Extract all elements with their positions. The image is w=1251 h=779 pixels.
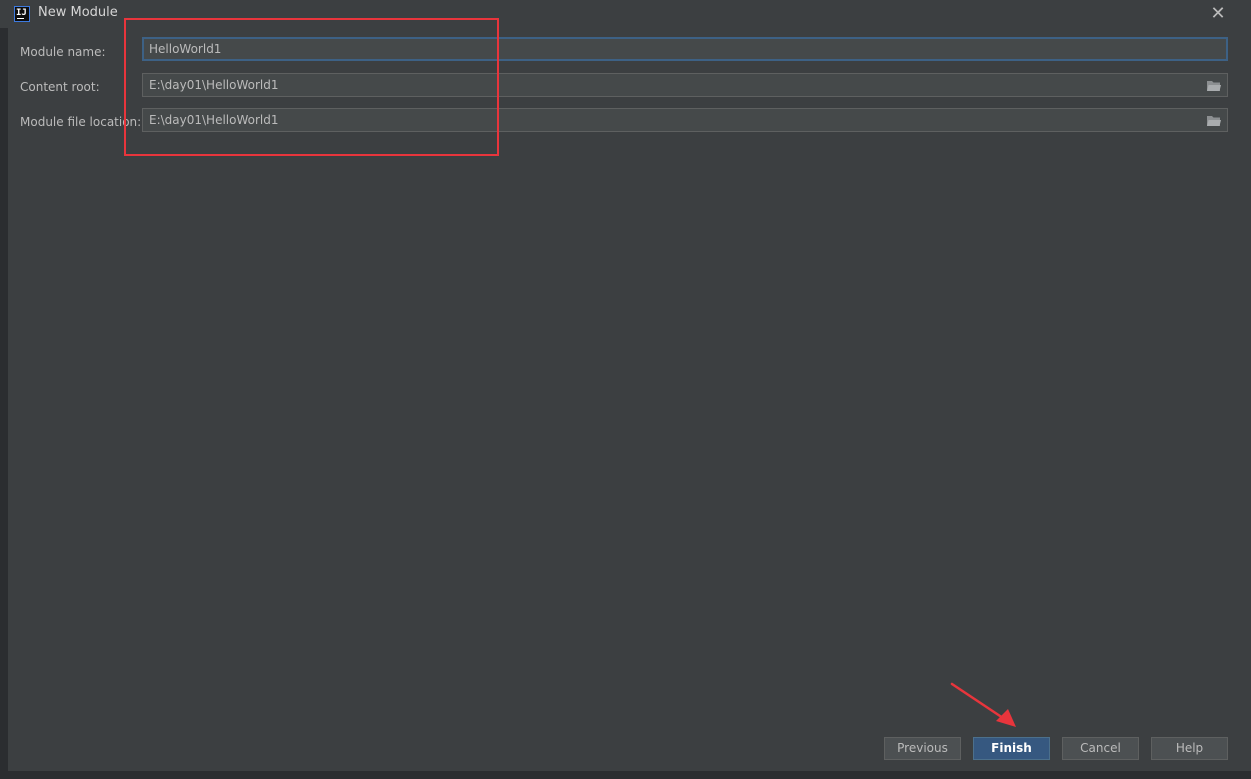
help-button[interactable]: Help [1151,737,1228,760]
cancel-button[interactable]: Cancel [1062,737,1139,760]
window-title: New Module [38,5,118,20]
title-bar: IJ New Module ✕ [0,0,1251,28]
module-file-location-folder-icon[interactable] [1206,114,1222,128]
intellij-app-icon: IJ [14,6,30,22]
module-file-location-label: Module file location: [20,115,142,129]
module-name-label: Module name: [20,45,106,59]
annotation-arrow [950,682,1016,727]
close-icon[interactable]: ✕ [1207,3,1229,25]
module-name-input[interactable] [142,37,1228,61]
content-root-label: Content root: [20,80,100,94]
window-edge-left [0,28,8,779]
new-module-dialog: IJ New Module ✕ Module name: Content roo… [0,0,1251,779]
module-file-location-input[interactable] [142,108,1228,132]
previous-button[interactable]: Previous [884,737,961,760]
window-edge-bottom [0,771,1251,779]
content-root-input[interactable] [142,73,1228,97]
finish-button[interactable]: Finish [973,737,1050,760]
content-root-folder-icon[interactable] [1206,79,1222,93]
